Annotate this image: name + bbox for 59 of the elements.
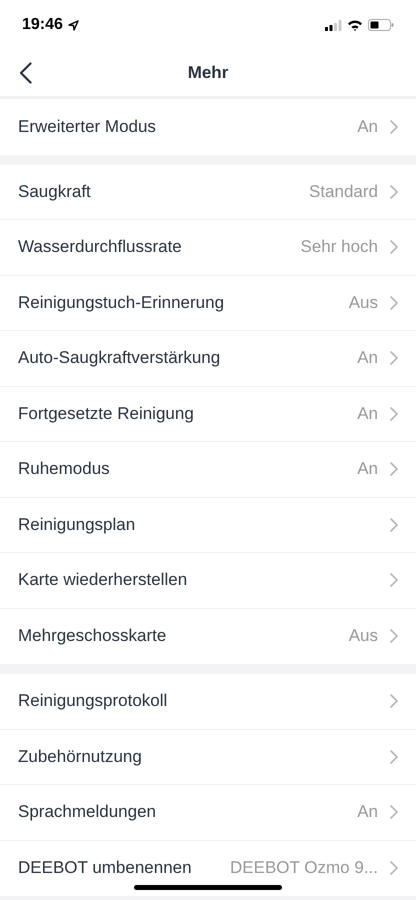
settings-row[interactable]: Auto-Saugkraftverstärkung An (0, 331, 416, 386)
settings-row[interactable]: Fortgesetzte Reinigung An (0, 386, 416, 442)
row-value: An (357, 459, 378, 480)
location-arrow-icon (68, 20, 79, 30)
chevron-icon (390, 184, 398, 199)
row-value: An (357, 404, 378, 424)
row-value: Aus (348, 292, 378, 313)
row-value: Aus (348, 626, 378, 646)
chevron-icon (390, 694, 398, 708)
row-label: DEEBOT umbenennen (18, 858, 193, 878)
chevron-icon (390, 750, 398, 764)
chevron-icon (390, 351, 398, 366)
status-time: 19:46 (22, 16, 63, 34)
row-label: Auto-Saugkraftverstärkung (18, 348, 222, 368)
row-label: Ruhemodus (18, 459, 111, 480)
chevron-icon (390, 120, 398, 134)
settings-row[interactable]: Zubehörnutzung (0, 730, 416, 785)
settings-row[interactable]: Mehrgeschosskarte Aus (0, 608, 416, 664)
row-label: Erweiterter Modus (18, 116, 157, 137)
row-label: Reinigungstuch-Erinnerung (18, 292, 226, 313)
chevron-icon (390, 573, 398, 588)
settings-row[interactable]: Wasserdurchflussrate Sehr hoch (0, 220, 416, 276)
signal-icon (325, 20, 342, 30)
row-label: Mehrgeschosskarte (18, 626, 168, 646)
row-value: Standard (309, 182, 378, 202)
row-label: Reinigungsplan (18, 514, 136, 535)
chevron-icon (390, 240, 398, 254)
row-value: An (357, 348, 378, 368)
chevron-icon (390, 629, 398, 644)
chevron-icon (390, 518, 398, 532)
wifi-icon (347, 19, 363, 31)
settings-row[interactable]: Reinigungsprotokoll (0, 674, 416, 730)
chevron-icon (390, 805, 398, 820)
row-label: Wasserdurchflussrate (18, 237, 183, 258)
row-value: An (357, 116, 378, 137)
settings-row[interactable]: Ruhemodus An (0, 442, 416, 498)
row-label: Saugkraft (18, 182, 92, 202)
row-value: Sehr hoch (300, 237, 378, 258)
row-value: An (357, 802, 378, 822)
chevron-icon (390, 462, 398, 476)
settings-row[interactable]: Saugkraft Standard (0, 164, 416, 220)
page-title: Mehr (188, 63, 228, 83)
settings-row[interactable]: Karte wiederherstellen (0, 553, 416, 608)
row-label: Karte wiederherstellen (18, 570, 188, 590)
settings-row[interactable]: Reinigungstuch-Erinnerung Aus (0, 276, 416, 331)
settings-row[interactable]: Sprachmeldungen An (0, 785, 416, 840)
row-label: Sprachmeldungen (18, 802, 157, 822)
chevron-icon (390, 861, 398, 876)
row-label: Fortgesetzte Reinigung (18, 404, 195, 424)
chevron-icon (390, 406, 398, 421)
settings-row[interactable]: Reinigungsplan (0, 498, 416, 553)
battery-icon (368, 19, 394, 31)
row-value: DEEBOT Ozmo 9... (230, 858, 378, 878)
row-label: Zubehörnutzung (18, 746, 143, 767)
settings-row[interactable]: Erweiterter Modus An (0, 99, 416, 154)
row-label: Reinigungsprotokoll (18, 691, 168, 712)
back-icon[interactable] (19, 62, 32, 84)
chevron-icon (390, 296, 398, 310)
settings-row[interactable]: DEEBOT umbenennen DEEBOT Ozmo 9... (0, 840, 416, 896)
